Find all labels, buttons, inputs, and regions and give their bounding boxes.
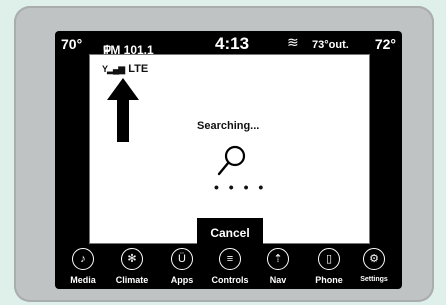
nav-apps-label: Apps bbox=[170, 275, 194, 285]
progress-dots: • • • • bbox=[214, 179, 267, 195]
nav-controls-label: Controls bbox=[211, 275, 249, 285]
touchscreen: 70° ψ FM 101.1 4:13 ≋ 73°out. 72° Y▂▄▆ LTE… bbox=[55, 31, 402, 289]
controls-icon: ≡ bbox=[219, 248, 241, 270]
fan-icon: ✻ bbox=[121, 248, 143, 270]
passenger-temperature[interactable]: 72° bbox=[375, 36, 396, 52]
nav-controls[interactable]: ≡ Controls bbox=[204, 245, 256, 289]
lte-label: LTE bbox=[128, 63, 149, 75]
nav-climate-label: Climate bbox=[115, 275, 149, 285]
nav-media-label: Media bbox=[70, 275, 96, 285]
nav-settings[interactable]: ⚙ Settings bbox=[348, 245, 400, 289]
phone-icon: ▯ bbox=[318, 248, 340, 270]
nav-climate[interactable]: ✻ Climate bbox=[106, 245, 158, 289]
compass-icon: ⇡ bbox=[267, 248, 289, 270]
apps-u-icon: Ü bbox=[171, 248, 193, 270]
up-arrow-icon bbox=[107, 78, 139, 142]
cancel-button[interactable]: Cancel bbox=[197, 218, 263, 248]
signal-strength-icon: Y▂▄▆ bbox=[102, 64, 125, 74]
nav-apps[interactable]: Ü Apps bbox=[156, 245, 208, 289]
driver-temperature[interactable]: 70° bbox=[61, 36, 82, 52]
bottom-nav-bar: ♪ Media ✻ Climate Ü Apps ≡ Controls ⇡ Na… bbox=[55, 245, 402, 289]
lte-signal-indicator: Y▂▄▆ LTE bbox=[102, 63, 148, 75]
nav-media[interactable]: ♪ Media bbox=[57, 245, 109, 289]
gear-icon: ⚙ bbox=[363, 248, 385, 270]
lte-search-dialog: Y▂▄▆ LTE Searching... • • • • Cancel bbox=[89, 54, 370, 248]
music-note-icon: ♪ bbox=[72, 248, 94, 270]
clock: 4:13 bbox=[215, 34, 250, 53]
wifi-icon: ≋ bbox=[287, 34, 299, 50]
outside-temperature: 73°out. bbox=[312, 39, 349, 51]
nav-nav[interactable]: ⇡ Nav bbox=[252, 245, 304, 289]
nav-settings-label: Settings bbox=[360, 276, 388, 283]
searching-message: Searching... bbox=[197, 120, 260, 132]
magnifier-icon bbox=[217, 145, 246, 176]
nav-nav-label: Nav bbox=[269, 275, 287, 285]
